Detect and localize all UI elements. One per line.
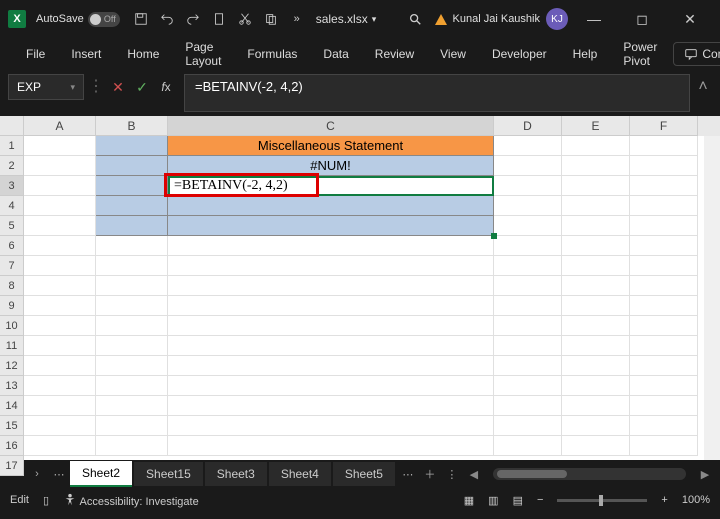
horizontal-scrollbar[interactable] [493, 468, 686, 480]
name-box[interactable]: EXP ▾ [8, 74, 84, 100]
comments-label: Comments [702, 47, 720, 61]
copy-icon[interactable] [259, 7, 283, 31]
ribbon-tab-review[interactable]: Review [363, 41, 426, 67]
zoom-out-button[interactable]: − [537, 494, 543, 506]
spreadsheet-grid[interactable]: Miscellaneous Statement #NUM! =BETAINV(-… [24, 136, 704, 460]
collapse-formula-bar-icon[interactable]: ˄ [694, 74, 712, 96]
excel-app-icon: X [8, 10, 26, 28]
sheet-nav-more[interactable]: ⋯ [48, 463, 70, 485]
sheet-tabs-menu[interactable]: ⋮ [441, 463, 463, 485]
zoom-slider[interactable] [557, 499, 647, 502]
filename[interactable]: sales.xlsx ▾ [316, 12, 377, 26]
ribbon-tab-power-pivot[interactable]: Power Pivot [611, 34, 669, 74]
avatar: KJ [546, 8, 568, 30]
row-header-1[interactable]: 1 [0, 136, 24, 156]
ribbon-tab-data[interactable]: Data [311, 41, 360, 67]
zoom-level[interactable]: 100% [682, 494, 710, 506]
view-normal-icon[interactable]: ▦ [464, 494, 474, 507]
hscroll-left[interactable]: ◀ [463, 463, 485, 485]
autosave-toggle[interactable]: AutoSave Off [36, 12, 120, 27]
sheet-tab-sheet15[interactable]: Sheet15 [134, 462, 203, 486]
close-button[interactable]: ✕ [668, 4, 712, 34]
col-header-c[interactable]: C [168, 116, 494, 136]
col-header-d[interactable]: D [494, 116, 562, 136]
row-header-14[interactable]: 14 [0, 396, 24, 416]
row-header-13[interactable]: 13 [0, 376, 24, 396]
sheet-nav-next[interactable]: › [26, 463, 48, 485]
row-header-6[interactable]: 6 [0, 236, 24, 256]
clipboard-icon[interactable] [207, 7, 231, 31]
cancel-button[interactable]: ✕ [108, 75, 128, 99]
formula-input[interactable]: =BETAINV(-2, 4,2) [184, 74, 690, 112]
ribbon-tab-developer[interactable]: Developer [480, 41, 559, 67]
sheet-tab-sheet4[interactable]: Sheet4 [269, 462, 331, 486]
col-header-a[interactable]: A [24, 116, 96, 136]
autosave-label: AutoSave [36, 13, 84, 25]
col-header-e[interactable]: E [562, 116, 630, 136]
ribbon-tab-help[interactable]: Help [561, 41, 610, 67]
row-header-2[interactable]: 2 [0, 156, 24, 176]
row-header-9[interactable]: 9 [0, 296, 24, 316]
sheet-tab-sheet2[interactable]: Sheet2 [70, 461, 132, 487]
save-icon[interactable] [129, 7, 153, 31]
warning-icon[interactable] [435, 14, 447, 25]
ribbon-tab-file[interactable]: File [14, 41, 57, 67]
view-page-break-icon[interactable]: ▤ [513, 494, 523, 507]
view-page-layout-icon[interactable]: ▥ [488, 494, 498, 507]
sheet-tab-sheet3[interactable]: Sheet3 [205, 462, 267, 486]
row-header-16[interactable]: 16 [0, 436, 24, 456]
row-header-12[interactable]: 12 [0, 356, 24, 376]
more-qat-icon[interactable]: » [285, 7, 309, 31]
redo-icon[interactable] [181, 7, 205, 31]
row-header-3[interactable]: 3 [0, 176, 24, 196]
row-header-17[interactable]: 17 [0, 456, 24, 476]
row-header-5[interactable]: 5 [0, 216, 24, 236]
vertical-scrollbar[interactable] [704, 136, 720, 460]
accessibility-status[interactable]: Accessibility: Investigate [63, 493, 199, 508]
row-header-11[interactable]: 11 [0, 336, 24, 356]
row-header-8[interactable]: 8 [0, 276, 24, 296]
row-header-15[interactable]: 15 [0, 416, 24, 436]
sheet-tabs-overflow[interactable]: ⋯ [397, 463, 419, 485]
sheet-tab-sheet5[interactable]: Sheet5 [333, 462, 395, 486]
status-mode: Edit [10, 494, 29, 506]
minimize-button[interactable]: ― [572, 4, 616, 34]
toggle-switch[interactable]: Off [88, 12, 120, 27]
cut-icon[interactable] [233, 7, 257, 31]
row-header-10[interactable]: 10 [0, 316, 24, 336]
select-all-corner[interactable] [0, 116, 24, 136]
ribbon-tab-insert[interactable]: Insert [59, 41, 113, 67]
new-sheet-button[interactable]: ＋ [419, 463, 441, 485]
ribbon-tab-page-layout[interactable]: Page Layout [173, 34, 233, 74]
macro-record-icon[interactable]: ▯ [43, 494, 49, 507]
chevron-down-icon: ▾ [372, 14, 377, 25]
cell-c3-editing[interactable]: =BETAINV(-2, 4,2) [168, 176, 494, 196]
accessibility-icon [63, 493, 77, 507]
ribbon-tab-formulas[interactable]: Formulas [235, 41, 309, 67]
chevron-down-icon: ▾ [70, 82, 75, 93]
maximize-button[interactable]: ◻ [620, 4, 664, 34]
user-name: Kunal Jai Kaushik [453, 13, 540, 25]
zoom-in-button[interactable]: + [661, 494, 667, 506]
col-header-f[interactable]: F [630, 116, 698, 136]
row-header-7[interactable]: 7 [0, 256, 24, 276]
cell-c2[interactable]: #NUM! [168, 156, 494, 176]
comments-button[interactable]: Comments [673, 42, 720, 66]
col-header-b[interactable]: B [96, 116, 168, 136]
hscroll-right[interactable]: ▶ [694, 463, 716, 485]
user-account[interactable]: Kunal Jai Kaushik KJ [453, 8, 568, 30]
comment-icon [684, 47, 698, 61]
row-header-4[interactable]: 4 [0, 196, 24, 216]
fx-button[interactable]: fx [156, 75, 176, 99]
fill-handle[interactable] [491, 233, 497, 239]
enter-button[interactable]: ✓ [132, 75, 152, 99]
ribbon-tab-home[interactable]: Home [115, 41, 171, 67]
undo-icon[interactable] [155, 7, 179, 31]
search-icon[interactable] [403, 7, 427, 31]
cell-header[interactable]: Miscellaneous Statement [168, 136, 494, 156]
ribbon-tab-view[interactable]: View [428, 41, 478, 67]
